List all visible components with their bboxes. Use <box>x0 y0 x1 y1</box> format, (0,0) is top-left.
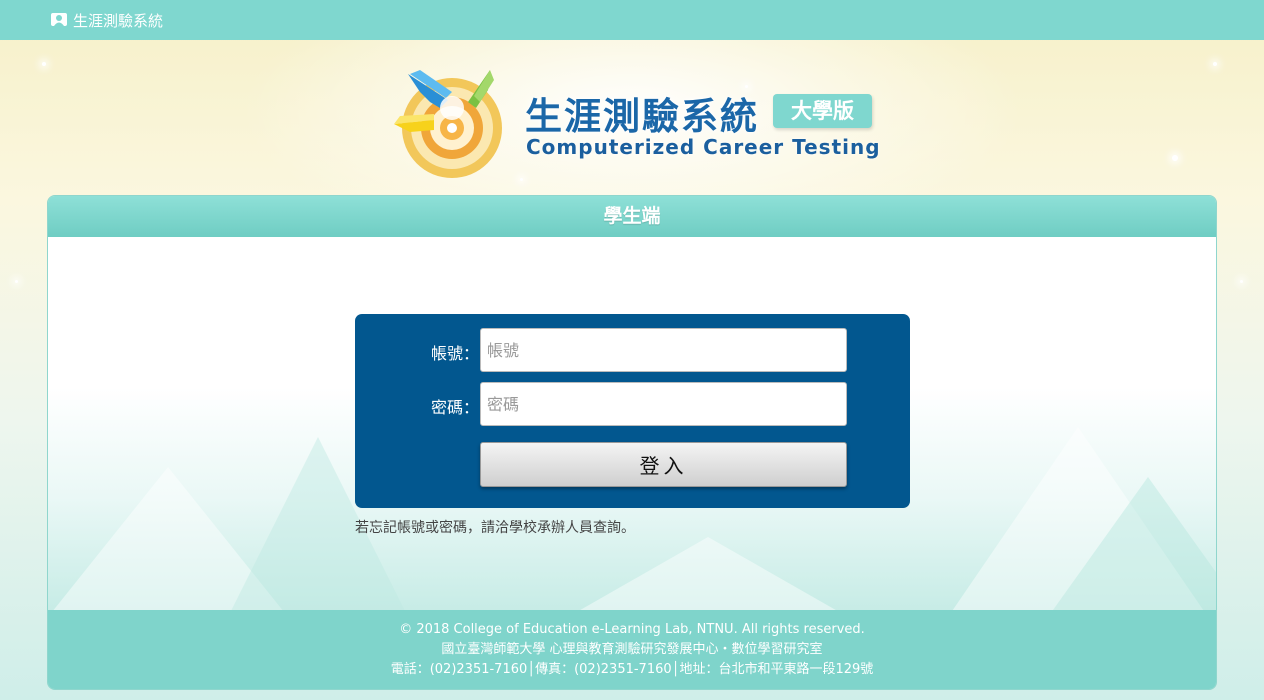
footer-copyright: © 2018 College of Education e-Learning L… <box>399 622 865 637</box>
background-sparkle <box>1240 280 1243 283</box>
footer-contact: 電話：(02)2351-7160│傳真：(02)2351-7160│地址：台北市… <box>390 662 874 677</box>
password-label: 密碼： <box>431 398 480 417</box>
account-row: 帳號： <box>355 328 910 372</box>
panel-title: 學生端 <box>48 196 1216 237</box>
login-button[interactable]: 登入 <box>480 442 847 487</box>
background-pattern <box>1048 477 1216 610</box>
password-input[interactable] <box>480 382 847 426</box>
logo-title-cn: 生涯測驗系統 <box>525 95 759 138</box>
login-panel: 學生端 帳號： 密碼： 登入 若忘記帳號或密碼，請洽學校承辦人員查詢。 © 20… <box>47 195 1217 690</box>
footer: © 2018 College of Education e-Learning L… <box>48 610 1216 689</box>
top-bar: 生涯測驗系統 <box>0 0 1264 40</box>
panel-body: 帳號： 密碼： 登入 若忘記帳號或密碼，請洽學校承辦人員查詢。 <box>48 237 1216 610</box>
account-label: 帳號： <box>431 344 480 363</box>
target-logo-icon <box>390 62 515 187</box>
background-pattern <box>568 537 848 610</box>
logo: 生涯測驗系統 大學版 Computerized Career Testing <box>390 62 890 187</box>
forgot-hint: 若忘記帳號或密碼，請洽學校承辦人員查詢。 <box>355 520 635 536</box>
background-sparkle <box>1213 62 1217 66</box>
background-sparkle <box>15 280 18 283</box>
password-row: 密碼： <box>355 382 910 426</box>
app-title: 生涯測驗系統 <box>73 11 164 30</box>
logo-title-en: Computerized Career Testing <box>526 135 881 159</box>
user-card-icon <box>50 11 68 29</box>
account-input[interactable] <box>480 328 847 372</box>
login-form: 帳號： 密碼： 登入 <box>355 314 910 508</box>
edition-badge: 大學版 <box>773 94 872 128</box>
background-sparkle <box>42 62 46 66</box>
footer-org: 國立臺灣師範大學 心理與教育測驗研究發展中心・數位學習研究室 <box>441 642 823 657</box>
background-sparkle <box>1172 155 1178 161</box>
